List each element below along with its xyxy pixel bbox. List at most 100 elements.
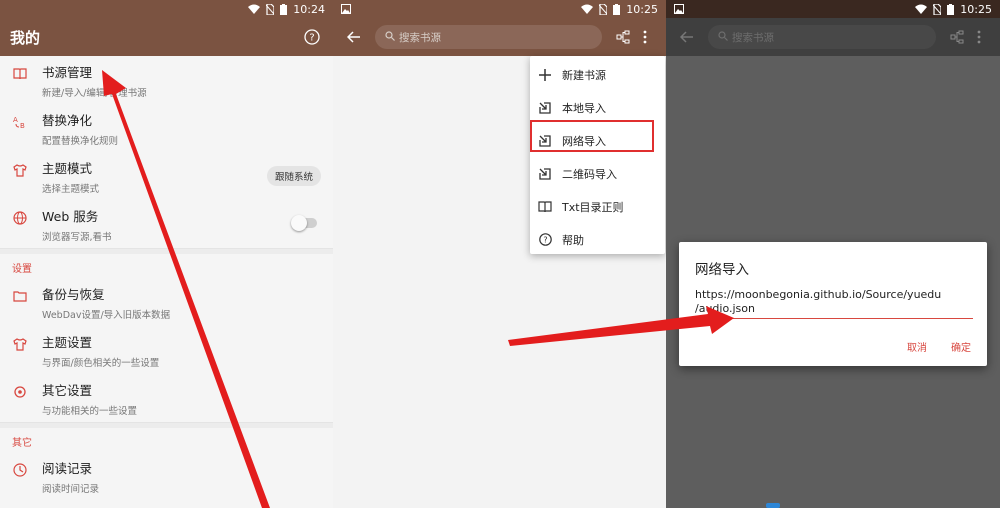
item-title: 主题模式 bbox=[42, 161, 93, 176]
dialog-actions: 取消 确定 bbox=[695, 339, 971, 354]
menu-label: 新建书源 bbox=[562, 68, 606, 82]
no-sim-icon bbox=[933, 3, 942, 15]
menu-label: 本地导入 bbox=[562, 101, 606, 115]
menu-item-theme-mode[interactable]: 主题模式选择主题模式 跟随系统 bbox=[0, 152, 333, 200]
import-icon bbox=[538, 101, 552, 115]
panel-network-import-dialog: 10:25 搜索书源 网络导入 https://moonbegonia.gith… bbox=[666, 0, 1000, 508]
more-vert-icon[interactable] bbox=[634, 26, 656, 48]
item-subtitle: 与界面/颜色相关的一些设置 bbox=[42, 358, 160, 369]
back-arrow-icon[interactable] bbox=[343, 26, 365, 48]
item-subtitle: 阅读时间记录 bbox=[42, 484, 100, 495]
item-subtitle: 选择主题模式 bbox=[42, 184, 100, 195]
svg-text:?: ? bbox=[309, 33, 314, 44]
menu-item-theme-settings[interactable]: 主题设置与界面/颜色相关的一些设置 bbox=[0, 326, 333, 374]
url-line-2: /audio.json bbox=[695, 302, 755, 315]
shirt-icon bbox=[12, 162, 28, 178]
search-input[interactable]: 搜索书源 bbox=[375, 25, 602, 49]
web-service-toggle[interactable] bbox=[291, 215, 317, 231]
cancel-button[interactable]: 取消 bbox=[907, 339, 927, 354]
back-arrow-icon[interactable] bbox=[676, 26, 698, 48]
menu-label: 帮助 bbox=[562, 233, 584, 247]
bottom-indicator bbox=[766, 503, 780, 508]
menu-item-new-source[interactable]: 新建书源 bbox=[530, 58, 665, 91]
menu-item-web-service[interactable]: Web 服务 浏览器写源,看书 bbox=[0, 200, 333, 248]
page-title: 我的 bbox=[10, 28, 41, 47]
item-subtitle: WebDav设置/导入旧版本数据 bbox=[42, 310, 171, 321]
status-time: 10:25 bbox=[626, 2, 658, 16]
plus-icon bbox=[538, 68, 552, 82]
menu-item-txt-toc-regex[interactable]: Txt目录正则 bbox=[530, 190, 665, 223]
no-sim-icon bbox=[266, 3, 275, 15]
folder-icon bbox=[12, 288, 28, 304]
search-icon bbox=[385, 30, 395, 44]
status-bar: 10:25 bbox=[666, 0, 1000, 18]
battery-icon bbox=[280, 3, 288, 15]
panel-book-source: 10:25 搜索书源 新建书源 本地导入 网络导入 二维码导入 Txt目录正则 … bbox=[333, 0, 666, 508]
item-title: 阅读记录 bbox=[42, 461, 93, 476]
dialog-title: 网络导入 bbox=[695, 262, 749, 278]
search-placeholder: 搜索书源 bbox=[399, 31, 441, 44]
svg-text:A: A bbox=[13, 116, 18, 124]
status-time: 10:25 bbox=[960, 2, 992, 16]
confirm-button[interactable]: 确定 bbox=[951, 339, 971, 354]
svg-text:B: B bbox=[20, 122, 25, 129]
help-circle-icon[interactable]: ? bbox=[301, 26, 323, 48]
search-icon bbox=[718, 30, 728, 44]
status-bar: 10:24 bbox=[0, 0, 333, 18]
item-title: 备份与恢复 bbox=[42, 287, 105, 302]
more-vert-icon[interactable] bbox=[968, 26, 990, 48]
book-icon bbox=[538, 200, 552, 214]
menu-item-replace[interactable]: AB 替换净化配置替换净化规则 bbox=[0, 104, 333, 152]
url-input[interactable]: https://moonbegonia.github.io/Source/yue… bbox=[695, 288, 973, 319]
wifi-icon bbox=[581, 4, 594, 14]
item-subtitle: 配置替换净化规则 bbox=[42, 136, 119, 147]
image-notification-icon bbox=[674, 4, 909, 14]
group-icon[interactable] bbox=[612, 26, 634, 48]
screenshot-stage: 10:24 我的 ? 书源管理新建/导入/编辑/管理书源 AB 替换净化配置替换… bbox=[0, 0, 1000, 508]
overflow-menu: 新建书源 本地导入 网络导入 二维码导入 Txt目录正则 ? 帮助 bbox=[530, 56, 665, 254]
no-sim-icon bbox=[599, 3, 608, 15]
clock-icon bbox=[12, 462, 28, 478]
gear-icon bbox=[12, 384, 28, 400]
replace-ab-icon: AB bbox=[12, 114, 28, 130]
shirt-icon bbox=[12, 336, 28, 352]
item-title: 书源管理 bbox=[42, 65, 93, 80]
group-icon[interactable] bbox=[946, 26, 968, 48]
menu-item-book-source[interactable]: 书源管理新建/导入/编辑/管理书源 bbox=[0, 56, 333, 104]
image-notification-icon bbox=[341, 4, 575, 14]
item-title: 替换净化 bbox=[42, 113, 93, 128]
search-input[interactable]: 搜索书源 bbox=[708, 25, 936, 49]
status-time: 10:24 bbox=[293, 2, 325, 16]
menu-item-read-record[interactable]: 阅读记录阅读时间记录 bbox=[0, 452, 333, 500]
status-bar: 10:25 bbox=[333, 0, 666, 18]
item-subtitle: 新建/导入/编辑/管理书源 bbox=[42, 88, 147, 99]
app-bar: 搜索书源 bbox=[666, 18, 1000, 56]
wifi-icon bbox=[915, 4, 928, 14]
help-circle-icon: ? bbox=[538, 233, 552, 247]
menu-label: Txt目录正则 bbox=[562, 200, 624, 214]
menu-item-backup[interactable]: 备份与恢复 WebDav设置/导入旧版本数据 bbox=[0, 278, 333, 326]
book-icon bbox=[12, 66, 28, 82]
menu-item-other-settings[interactable]: 其它设置 与功能相关的一些设置 bbox=[0, 374, 333, 422]
item-title: 其它设置 bbox=[42, 383, 93, 398]
section-other-header: 其它 bbox=[12, 438, 32, 449]
menu-item-help[interactable]: ? 帮助 bbox=[530, 223, 665, 256]
menu-item-qrcode-import[interactable]: 二维码导入 bbox=[530, 157, 665, 190]
app-bar: 我的 ? bbox=[0, 18, 333, 56]
my-menu-list: 书源管理新建/导入/编辑/管理书源 AB 替换净化配置替换净化规则 主题模式选择… bbox=[0, 56, 333, 500]
battery-icon bbox=[613, 3, 621, 15]
theme-mode-chip[interactable]: 跟随系统 bbox=[266, 166, 321, 186]
svg-text:?: ? bbox=[543, 236, 547, 245]
import-icon bbox=[538, 167, 552, 181]
panel-my-page: 10:24 我的 ? 书源管理新建/导入/编辑/管理书源 AB 替换净化配置替换… bbox=[0, 0, 333, 508]
search-placeholder: 搜索书源 bbox=[732, 31, 774, 44]
globe-icon bbox=[12, 210, 28, 226]
wifi-icon bbox=[248, 4, 261, 14]
item-title: 主题设置 bbox=[42, 335, 93, 350]
menu-label: 二维码导入 bbox=[562, 167, 617, 181]
item-title: Web 服务 bbox=[42, 209, 99, 224]
highlight-box-network-import bbox=[530, 120, 654, 152]
battery-icon bbox=[947, 3, 955, 15]
app-bar: 搜索书源 bbox=[333, 18, 666, 56]
url-line-1: https://moonbegonia.github.io/Source/yue… bbox=[695, 288, 942, 301]
